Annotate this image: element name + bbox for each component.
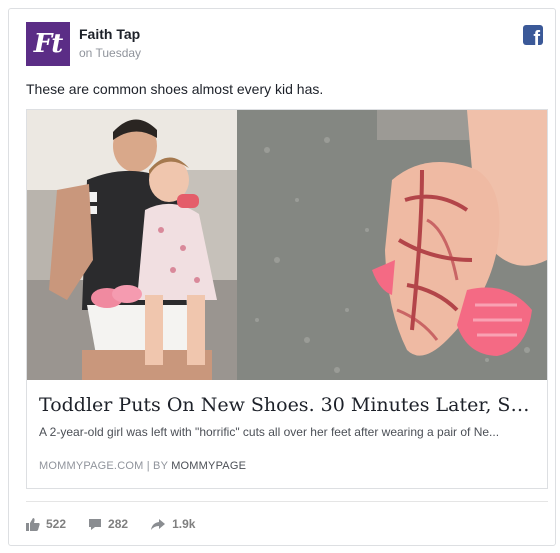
engagement-stats: 522 282 1.9k xyxy=(26,514,217,534)
comment-stat[interactable]: 282 xyxy=(88,517,128,531)
post-text: These are common shoes almost every kid … xyxy=(26,81,324,97)
source-separator: | BY xyxy=(146,460,168,472)
share-stat[interactable]: 1.9k xyxy=(150,517,195,531)
share-count: 1.9k xyxy=(172,517,196,531)
facebook-icon[interactable]: f xyxy=(523,25,543,45)
post-timestamp[interactable]: on Tuesday xyxy=(79,46,141,60)
comment-icon xyxy=(89,518,102,530)
like-stat[interactable]: 522 xyxy=(26,517,66,531)
like-count: 522 xyxy=(46,517,67,531)
thumbs-up-icon xyxy=(26,517,40,531)
source-domain: MOMMYPAGE.COM xyxy=(39,460,144,472)
page-avatar[interactable]: Ft xyxy=(26,22,70,66)
link-source: MOMMYPAGE.COM | BY MOMMYPAGE xyxy=(39,460,246,472)
link-title[interactable]: Toddler Puts On New Shoes. 30 Minutes La… xyxy=(39,394,539,416)
preview-photo xyxy=(27,110,547,380)
source-author[interactable]: MOMMYPAGE xyxy=(171,460,246,472)
share-icon xyxy=(151,518,166,530)
comment-count: 282 xyxy=(108,517,129,531)
page-name-link[interactable]: Faith Tap xyxy=(79,26,140,42)
post-card: Ft Faith Tap on Tuesday f These are comm… xyxy=(8,8,556,546)
link-preview-image[interactable] xyxy=(27,110,547,380)
link-preview[interactable]: Toddler Puts On New Shoes. 30 Minutes La… xyxy=(26,109,548,489)
link-description: A 2-year-old girl was left with "horrifi… xyxy=(39,425,500,439)
divider xyxy=(26,501,548,502)
